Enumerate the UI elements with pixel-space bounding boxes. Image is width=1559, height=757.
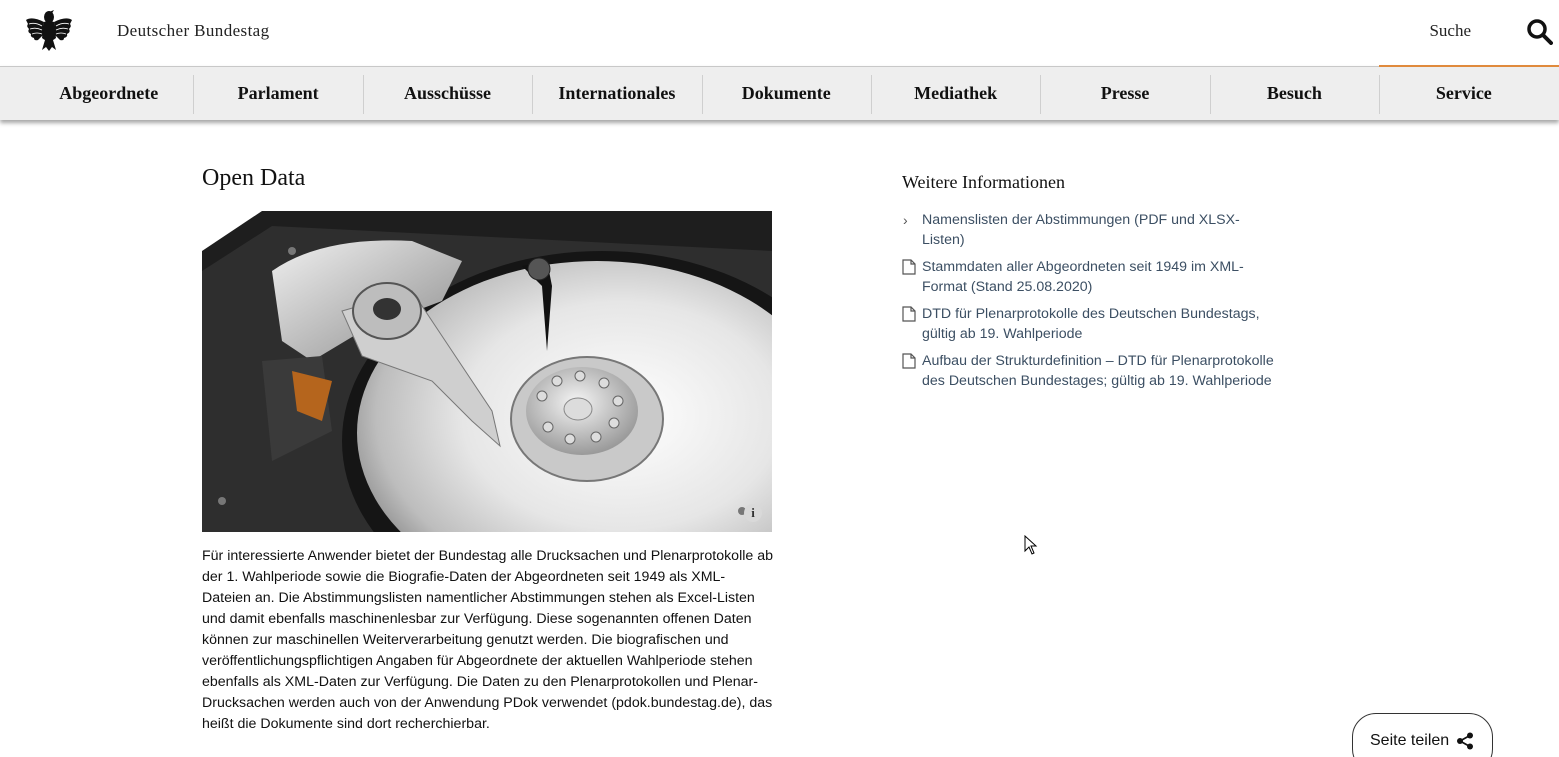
document-icon (902, 353, 916, 369)
document-icon (902, 306, 916, 322)
nav-item-besuch[interactable]: Besuch (1209, 67, 1379, 120)
link-dtd-plenarprotokolle[interactable]: DTD für Plenarprotokolle des Deutschen B… (902, 304, 1274, 344)
nav-item-mediathek[interactable]: Mediathek (870, 67, 1040, 120)
federal-eagle-logo[interactable] (24, 8, 74, 52)
nav-item-abgeordnete[interactable]: Abgeordnete (24, 67, 193, 120)
nav-item-dokumente[interactable]: Dokumente (701, 67, 871, 120)
chevron-right-icon: › (903, 212, 908, 228)
nav-item-service[interactable]: Service (1379, 65, 1559, 120)
mouse-cursor-icon (1024, 535, 1038, 555)
share-label: Seite teilen (1370, 732, 1450, 749)
link-label: Aufbau der Strukturdefinition – DTD für … (922, 353, 1274, 389)
link-strukturdefinition[interactable]: Aufbau der Strukturdefinition – DTD für … (902, 351, 1274, 391)
intro-text: Für interessierte Anwender bietet der Bu… (202, 548, 773, 732)
info-link-list: › Namenslisten der Abstimmungen (PDF und… (902, 210, 1274, 398)
sidebar-heading: Weitere Informationen (902, 172, 1065, 192)
search-link[interactable]: Suche (1429, 21, 1471, 41)
nav-item-internationales[interactable]: Internationales (532, 67, 701, 120)
share-icon (1457, 732, 1473, 750)
page-title: Open Data (202, 165, 306, 191)
link-label: Stammdaten aller Abgeordneten seit 1949 … (922, 259, 1244, 295)
document-icon (902, 259, 916, 275)
hard-drive-illustration (202, 211, 772, 532)
link-label: Namenslisten der Abstimmungen (PDF und X… (922, 212, 1240, 248)
main-navigation: Abgeordnete Parlament Ausschüsse Interna… (0, 65, 1559, 120)
share-page-button[interactable]: Seite teilen (1352, 713, 1493, 757)
link-namenslisten[interactable]: › Namenslisten der Abstimmungen (PDF und… (902, 210, 1274, 250)
site-title[interactable]: Deutscher Bundestag (117, 21, 270, 41)
nav-item-presse[interactable]: Presse (1040, 67, 1209, 120)
nav-items: Abgeordnete Parlament Ausschüsse Interna… (0, 65, 1559, 120)
search-icon[interactable] (1526, 18, 1553, 45)
link-stammdaten[interactable]: Stammdaten aller Abgeordneten seit 1949 … (902, 257, 1274, 297)
hero-image: i (202, 211, 772, 532)
nav-item-parlament[interactable]: Parlament (193, 67, 362, 120)
nav-item-ausschuesse[interactable]: Ausschüsse (362, 67, 532, 120)
image-info-icon[interactable]: i (744, 504, 762, 522)
site-header: Deutscher Bundestag Suche (0, 0, 1559, 66)
link-label: DTD für Plenarprotokolle des Deutschen B… (922, 306, 1260, 342)
